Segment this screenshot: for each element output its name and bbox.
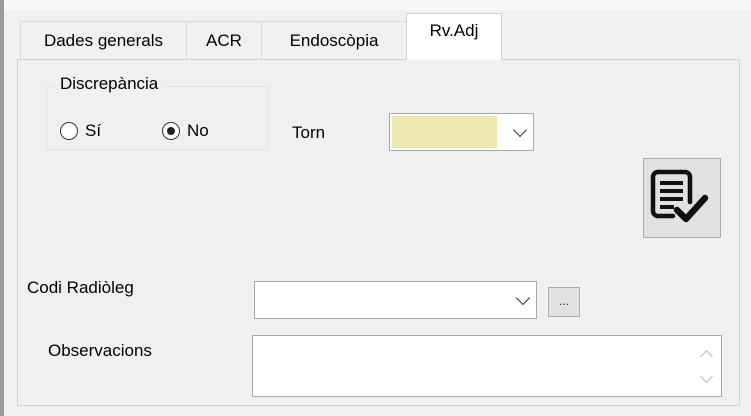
browse-radioleg-button[interactable]: ... [548, 287, 580, 317]
radio-no[interactable]: No [162, 121, 209, 141]
radio-no-label: No [187, 121, 209, 140]
codi-radioleg-select[interactable] [254, 281, 537, 319]
tab-rv-adj[interactable]: Rv.Adj [406, 13, 502, 60]
torn-label: Torn [292, 123, 326, 142]
top-strip [4, 0, 751, 10]
scroll-down-icon[interactable] [700, 370, 713, 383]
observacions-label: Observacions [48, 341, 152, 360]
tab-label: Dades generals [43, 31, 164, 50]
torn-select[interactable] [389, 113, 534, 151]
radio-no-circle[interactable] [162, 122, 180, 140]
tab-label: Rv.Adj [429, 21, 479, 40]
discrepancia-title: Discrepància [54, 74, 165, 94]
tab-endoscopia[interactable]: Endoscòpia [261, 21, 407, 59]
codi-radioleg-label: Codi Radiòleg [27, 278, 134, 297]
observacions-textarea[interactable] [252, 335, 722, 397]
chevron-down-icon [515, 290, 531, 306]
radio-si-circle[interactable] [60, 122, 78, 140]
torn-value-field [392, 116, 497, 148]
tab-label: Endoscòpia [289, 31, 379, 50]
codi-radioleg-value-field [257, 284, 500, 316]
document-check-icon [650, 169, 709, 223]
radio-si-label: Sí [85, 121, 102, 140]
scroll-up-icon[interactable] [700, 350, 713, 363]
validate-button[interactable] [643, 158, 721, 238]
tab-label: ACR [206, 31, 242, 50]
tab-dades-generals[interactable]: Dades generals [20, 21, 187, 59]
chevron-down-icon [512, 122, 528, 138]
tab-acr[interactable]: ACR [186, 21, 262, 59]
radio-si[interactable]: Sí [60, 121, 101, 141]
